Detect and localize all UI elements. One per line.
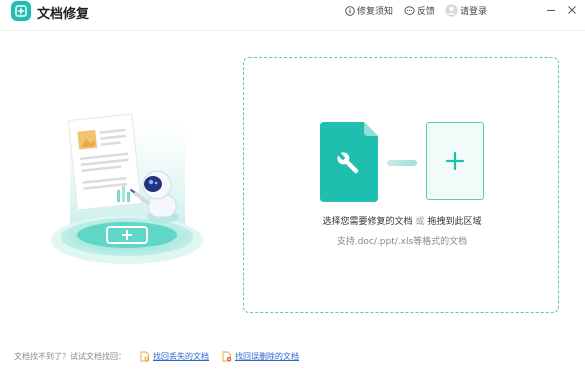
repair-illustration (45, 95, 215, 270)
drop-instruction: 选择您需要修复的文档或拖拽到此区域 (244, 214, 560, 227)
drag-text: 拖拽到此区域 (427, 217, 482, 227)
avatar-icon (445, 4, 458, 17)
recover-deleted-link[interactable]: 找回误删除的文档 (222, 351, 299, 362)
info-circle-icon (345, 5, 355, 16)
document-delete-icon (222, 351, 232, 361)
add-file-button[interactable] (426, 122, 484, 200)
supported-formats-text: 支持.doc/.ppt/.xls等格式的文档 (336, 237, 468, 247)
chat-bubble-icon (404, 5, 415, 16)
document-search-icon (140, 351, 149, 361)
file-drop-zone[interactable]: 选择您需要修复的文档或拖拽到此区域 支持.doc/.ppt/.xls等格式的文档 (243, 57, 559, 313)
connector-bar (387, 160, 417, 166)
select-file-text[interactable]: 选择您需要修复的文档 (322, 217, 412, 227)
help-button[interactable]: 修复须知 (345, 4, 393, 17)
close-button[interactable] (565, 3, 579, 17)
app-title: 文档修复 (37, 7, 90, 22)
footer-label: 文档找不到了？试试文档找回： (14, 351, 126, 361)
or-text: 或 (415, 217, 425, 227)
minimize-button[interactable] (544, 3, 558, 17)
minimize-icon (547, 10, 555, 11)
footer: 文档找不到了？试试文档找回： 找回丢失的文档 找回误删除的文档 (14, 350, 312, 362)
login-label: 请登录 (460, 7, 488, 17)
close-icon (568, 6, 576, 14)
recover-lost-link[interactable]: 找回丢失的文档 (140, 351, 209, 362)
login-button[interactable]: 请登录 (445, 4, 487, 17)
recover-deleted-link-label[interactable]: 找回误删除的文档 (235, 351, 299, 362)
header-divider (0, 30, 585, 31)
recover-lost-link-label[interactable]: 找回丢失的文档 (153, 351, 209, 362)
feedback-label: 反馈 (417, 7, 436, 17)
title-bar: 文档修复 修复须知 反馈 请登录 (0, 0, 585, 22)
help-label: 修复须知 (357, 7, 394, 17)
plus-icon (445, 151, 465, 171)
feedback-button[interactable]: 反馈 (404, 4, 435, 17)
wrench-document-icon[interactable] (318, 122, 380, 206)
app-logo-icon (11, 1, 31, 21)
